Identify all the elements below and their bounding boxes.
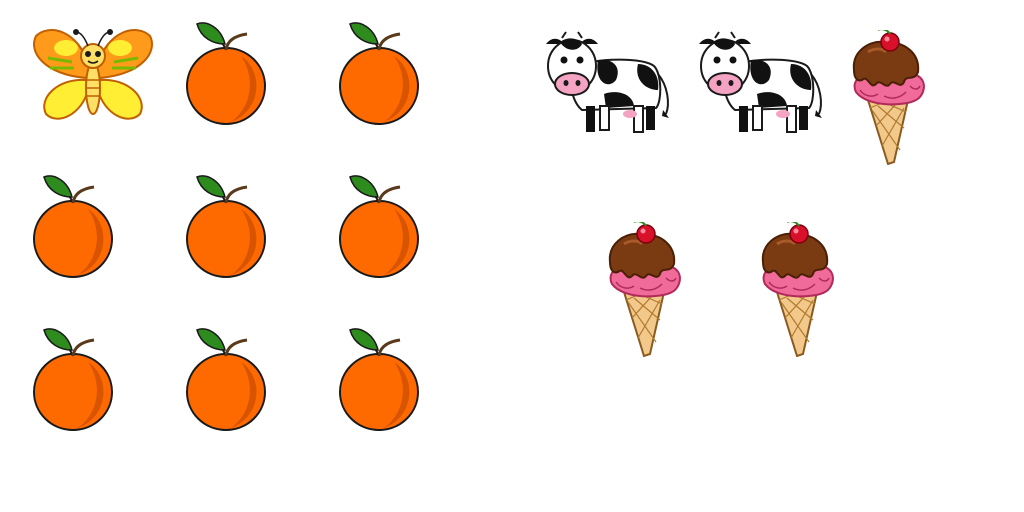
ice-cream-icon (757, 222, 837, 357)
ice-cream-icon (848, 30, 928, 165)
ice-cream-icon (604, 222, 684, 357)
orange-icon (181, 171, 271, 281)
orange-icon (334, 171, 424, 281)
cow-icon (695, 30, 825, 135)
orange-icon (28, 171, 118, 281)
butterfly-icon (28, 18, 158, 128)
orange-icon (28, 324, 118, 434)
right-group (470, 0, 1024, 512)
orange-icon (181, 324, 271, 434)
orange-icon (334, 324, 424, 434)
orange-icon (334, 18, 424, 128)
cow-icon (542, 30, 672, 135)
orange-icon (181, 18, 271, 128)
left-group (0, 0, 470, 512)
